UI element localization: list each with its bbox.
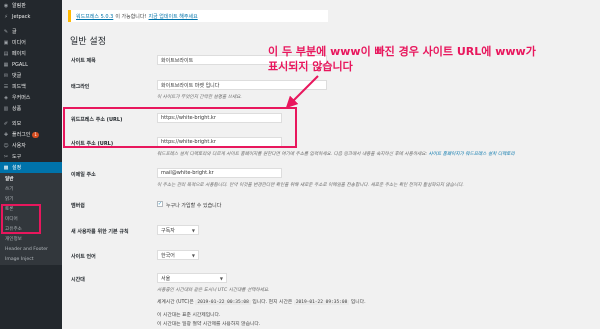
submenu-item[interactable]: 쓰기 <box>0 184 62 194</box>
site-language-select[interactable]: 한국어 ▼ <box>157 250 199 260</box>
site-url-description: 워드프레스 설치 디렉토리와 다르게 사이트 홈페이지를 원한다면 여기에 주소… <box>157 152 515 157</box>
sidebar-item-label: 플러그인 <box>12 132 31 138</box>
email-input[interactable]: mail@white-bright.kr <box>157 168 282 178</box>
tagline-input[interactable]: 화이트브라이트 마켓 입니다 <box>157 80 327 90</box>
submenu-item[interactable]: 읽기 <box>0 194 62 204</box>
site-language-value: 한국어 <box>161 252 175 259</box>
site-language-label: 사이트 언어 <box>71 254 96 260</box>
sidebar-item-media[interactable]: ▣ 미디어 <box>0 37 62 48</box>
email-label: 이메일 주소 <box>71 172 96 178</box>
posts-icon: ✎ <box>3 28 9 35</box>
dashboard-icon: ◉ <box>3 2 9 9</box>
sidebar-item-label: PGALL <box>12 61 28 68</box>
plugins-icon: ✚ <box>3 131 9 138</box>
local-time: 2019-01-22 09:35:08 <box>293 300 350 305</box>
url-fields-highlight-box <box>63 107 297 148</box>
submenu-item[interactable]: Image Inject <box>0 254 62 264</box>
chevron-down-icon: ▼ <box>219 275 223 281</box>
sidebar-item-plugins[interactable]: ✚ 플러그인 1 <box>0 129 62 140</box>
sidebar-item-label: 우커머스 <box>12 95 31 101</box>
update-notice-text: 이 가능합니다! <box>115 13 147 20</box>
sidebar-item-label: 사용자 <box>12 143 26 149</box>
timezone-select[interactable]: 서울 ▼ <box>157 273 227 283</box>
chevron-down-icon: ▼ <box>191 227 195 233</box>
timezone-dst-note: 이 시간대는 일광 절약 시간제를 사용하지 않습니다. <box>157 322 261 327</box>
sidebar-item-comments[interactable]: ✉ 댓글 <box>0 70 62 81</box>
tagline-label: 태그라인 <box>71 84 90 90</box>
callout-line-2: 표시되지 않습니다 <box>268 60 353 73</box>
membership-label: 멤버쉽 <box>71 203 85 209</box>
update-version-link[interactable]: 워드프레스 5.0.3 <box>76 13 113 20</box>
submenu-item[interactable]: 일반 <box>0 174 62 184</box>
feedback-icon: ☰ <box>3 83 9 90</box>
plugin-update-badge: 1 <box>32 131 39 138</box>
sidebar-item-label: 댓글 <box>12 73 22 79</box>
sidebar-item-pgall[interactable]: ▦ PGALL <box>0 59 62 70</box>
admin-sidebar: ◉ 알림판 ⚡ Jetpack ✎ 글 ▣ 미디어 ▤ 페이지 ▦ PGALL ✉ 댓글 ☰ 피드백 ◈ 우커머스… <box>0 0 62 329</box>
membership-checkbox-label: 누구나 가입할 수 있습니다 <box>166 203 222 209</box>
timezone-value: 서울 <box>161 275 171 282</box>
sidebar-item-pages[interactable]: ▤ 페이지 <box>0 48 62 59</box>
annotation-callout: 이 두 부분에 www이 빠진 경우 사이트 URL에 www가 표시되지 않습… <box>268 44 568 74</box>
default-role-value: 구독자 <box>161 227 175 234</box>
sidebar-item-label: 미디어 <box>12 40 26 46</box>
media-icon: ▣ <box>3 39 9 46</box>
sidebar-item-label: 페이지 <box>12 51 26 57</box>
site-title-label: 사이트 제목 <box>71 58 96 64</box>
submenu-item[interactable]: 개인정보 <box>0 234 62 244</box>
timezone-label: 시간대 <box>71 277 85 283</box>
sidebar-item-appearance[interactable]: ✐ 외모 <box>0 118 62 129</box>
timezone-description: 사용중인 시간대와 같은 도시나 UTC 시간대를 선택하세요. <box>157 288 270 293</box>
chevron-down-icon: ▼ <box>191 252 195 258</box>
sidebar-item-woocommerce[interactable]: ◈ 우커머스 <box>0 92 62 103</box>
jetpack-icon: ⚡ <box>4 13 8 20</box>
email-description: 이 주소는 관리 목적으로 사용됩니다. 만약 이것을 변경한다면 확인을 위해… <box>157 183 464 188</box>
settings-highlight-box <box>1 204 41 234</box>
page-title: 일반 설정 <box>70 37 106 47</box>
sidebar-item-products[interactable]: ▥ 상품 <box>0 103 62 114</box>
sidebar-item-dashboard[interactable]: ◉ 알림판 <box>0 0 62 11</box>
sidebar-item-label: 도구 <box>12 154 22 160</box>
sidebar-item-posts[interactable]: ✎ 글 <box>0 26 62 37</box>
pages-icon: ▤ <box>3 50 9 57</box>
sidebar-item-label: 설정 <box>12 165 22 171</box>
sidebar-item-label: Jetpack <box>12 13 31 20</box>
appearance-icon: ✐ <box>3 120 9 127</box>
woocommerce-icon: ◈ <box>4 94 8 101</box>
membership-checkbox[interactable]: ✓ <box>157 201 163 207</box>
settings-icon: ▩ <box>3 164 9 171</box>
pgall-icon: ▦ <box>3 61 9 68</box>
default-role-select[interactable]: 구독자 ▼ <box>157 225 199 235</box>
sidebar-item-tools[interactable]: ✂ 도구 <box>0 151 62 162</box>
sidebar-item-jetpack[interactable]: ⚡ Jetpack <box>0 11 62 22</box>
timezone-standard-note: 이 시간대는 표준 시간제입니다. <box>157 313 221 318</box>
sidebar-item-users[interactable]: ☺ 사용자 <box>0 140 62 151</box>
default-role-label: 새 사용자를 위한 기본 규칙 <box>71 229 129 235</box>
sidebar-item-feedback[interactable]: ☰ 피드백 <box>0 81 62 92</box>
update-notice: 워드프레스 5.0.3 이 가능합니다! 지금 업데이트 해주세요 <box>68 10 328 22</box>
utc-time-line: 세계시간 (UTC)은 2019-01-22 00:35:08 입니다. 현지 … <box>157 300 366 305</box>
callout-line-1: 이 두 부분에 www이 빠진 경우 사이트 URL에 www가 <box>268 45 536 58</box>
sidebar-item-label: 글 <box>12 29 17 35</box>
site-url-help-link[interactable]: 사이트 홈페이지가 워드프레스 설치 디렉토리 <box>429 152 515 157</box>
sidebar-item-label: 알림판 <box>12 3 26 9</box>
comments-icon: ✉ <box>3 72 9 79</box>
sidebar-item-settings[interactable]: ▩ 설정 <box>0 162 62 173</box>
sidebar-item-label: 피드백 <box>12 84 26 90</box>
tools-icon: ✂ <box>3 153 9 160</box>
submenu-item[interactable]: Header and Footer <box>0 244 62 254</box>
update-now-link[interactable]: 지금 업데이트 해주세요 <box>149 13 198 20</box>
sidebar-item-label: 외모 <box>12 121 22 127</box>
products-icon: ▥ <box>3 105 9 112</box>
tagline-description: 이 사이트가 무엇인지 간략한 설명을 쓰세요. <box>157 95 242 100</box>
sidebar-item-label: 상품 <box>12 106 22 112</box>
users-icon: ☺ <box>3 142 9 149</box>
utc-time: 2019-01-22 00:35:08 <box>195 300 251 305</box>
